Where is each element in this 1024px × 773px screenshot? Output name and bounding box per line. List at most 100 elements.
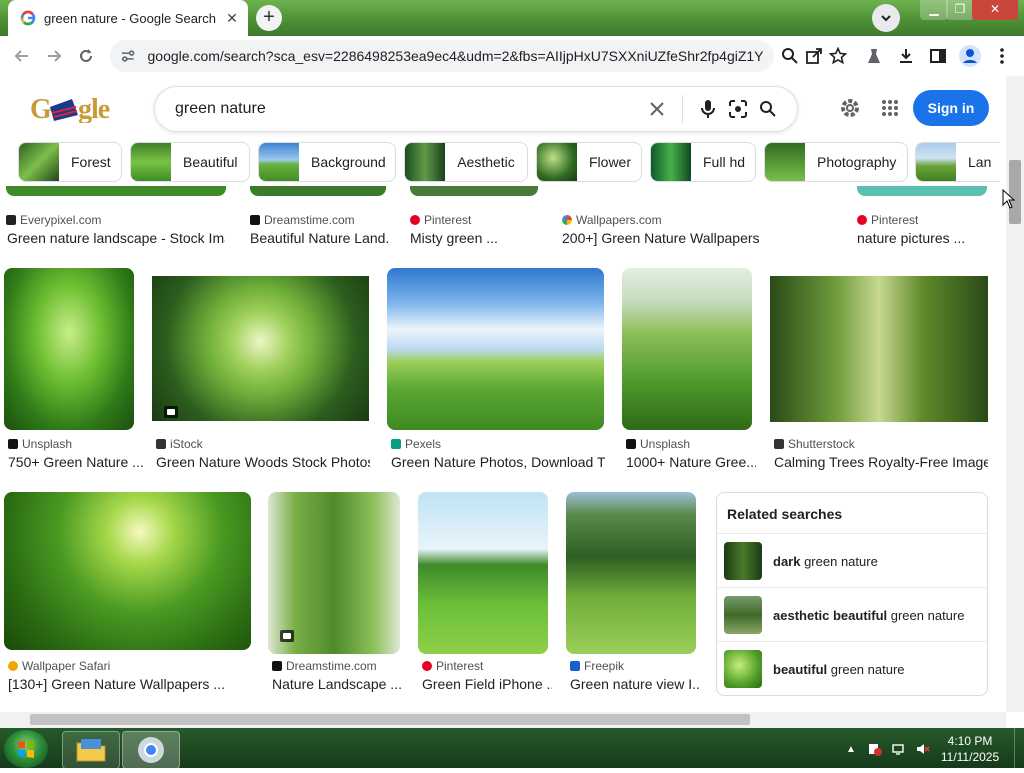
settings-gear-icon[interactable] (836, 94, 864, 122)
window-maximize-button[interactable]: ❐ (946, 0, 974, 20)
browser-tab[interactable]: green nature - Google Search ✕ (8, 0, 248, 36)
filter-chips: Forest Beautiful Background Aesthetic Fl… (0, 140, 1000, 186)
result-title[interactable]: 1000+ Nature Gree... (626, 454, 756, 470)
google-favicon-icon (20, 10, 36, 26)
mouse-cursor-icon (1002, 189, 1016, 209)
result-image[interactable] (4, 268, 134, 430)
back-icon[interactable] (8, 42, 36, 70)
result-card[interactable]: Shutterstock Calming Trees Royalty-Free … (770, 268, 992, 470)
result-image[interactable] (6, 186, 226, 196)
chip-beautiful[interactable]: Beautiful (130, 142, 250, 182)
sign-in-button[interactable]: Sign in (913, 90, 989, 126)
taskbar-clock[interactable]: 4:10 PM 11/11/2025 (934, 733, 1006, 765)
google-logo[interactable]: G gle (30, 93, 116, 125)
result-card[interactable]: Pinterest Green Field iPhone ... (418, 492, 558, 692)
source-name: Dreamstime.com (264, 213, 355, 227)
tab-title: green nature - Google Search (44, 10, 216, 26)
result-card[interactable]: Dreamstime.com Beautiful Nature Land... (250, 186, 390, 246)
tray-expand-icon[interactable]: ▲ (846, 744, 860, 758)
result-image[interactable] (4, 492, 251, 650)
related-item[interactable]: beautiful green nature (717, 641, 987, 696)
tab-close-icon[interactable]: ✕ (224, 10, 240, 26)
search-icon[interactable] (753, 94, 783, 124)
new-tab-button[interactable]: + (256, 5, 282, 31)
microphone-icon[interactable] (693, 94, 723, 124)
chip-landscape[interactable]: Lan (915, 142, 1000, 182)
forward-icon[interactable] (40, 42, 68, 70)
camera-lens-icon[interactable] (723, 94, 753, 124)
result-image[interactable] (152, 276, 369, 421)
taskbar-chrome[interactable] (122, 731, 180, 769)
result-image[interactable] (622, 268, 752, 430)
profile-icon[interactable] (956, 42, 984, 70)
result-title[interactable]: Green Field iPhone ... (422, 676, 552, 692)
window-close-button[interactable]: ✕ (972, 0, 1018, 20)
result-title[interactable]: Green nature view I... (570, 676, 700, 692)
result-card[interactable]: Unsplash 1000+ Nature Gree... (622, 268, 762, 470)
result-title[interactable]: Beautiful Nature Land... (250, 230, 390, 246)
result-card[interactable]: Freepik Green nature view I... (566, 492, 706, 692)
result-title[interactable]: 750+ Green Nature ... (8, 454, 144, 470)
result-card[interactable]: Everypixel.com Green nature landscape - … (6, 186, 226, 246)
download-icon[interactable] (892, 42, 920, 70)
taskbar-file-explorer[interactable] (62, 731, 120, 769)
result-source: Wallpaper Safari (8, 659, 110, 673)
chip-aesthetic[interactable]: Aesthetic (404, 142, 528, 182)
chip-flower[interactable]: Flower (536, 142, 642, 182)
show-desktop-button[interactable] (1014, 728, 1024, 768)
search-box[interactable] (154, 86, 798, 132)
result-image[interactable] (770, 276, 988, 422)
google-apps-icon[interactable] (876, 94, 904, 122)
clear-icon[interactable] (642, 94, 672, 124)
related-item[interactable]: dark green nature (717, 533, 987, 588)
chip-background[interactable]: Background (258, 142, 396, 182)
result-title[interactable]: Green nature landscape - Stock Ima... (7, 230, 225, 246)
result-title[interactable]: [130+] Green Nature Wallpapers ... (8, 676, 252, 692)
result-title[interactable]: Green Nature Photos, Download T... (391, 454, 605, 470)
result-card[interactable]: Pinterest Misty green ... (410, 186, 540, 246)
reload-icon[interactable] (72, 42, 100, 70)
result-image[interactable] (566, 492, 696, 654)
horizontal-scrollbar-thumb[interactable] (30, 714, 750, 725)
start-button[interactable] (4, 730, 48, 768)
tab-search-button[interactable] (872, 4, 900, 32)
chip-forest[interactable]: Forest (18, 142, 122, 182)
result-card[interactable]: Unsplash 750+ Green Nature ... (4, 268, 144, 470)
result-image[interactable] (418, 492, 548, 654)
result-title[interactable]: Calming Trees Royalty-Free Image... (774, 454, 988, 470)
site-info-icon[interactable] (120, 48, 136, 64)
chip-full-hd[interactable]: Full hd (650, 142, 756, 182)
search-input[interactable] (173, 99, 642, 119)
window-minimize-button[interactable]: ▁ (920, 0, 948, 20)
extension-icon[interactable] (860, 42, 888, 70)
source-name: Pinterest (871, 213, 919, 227)
related-bold: dark (773, 553, 801, 569)
result-card[interactable]: Pinterest nature pictures ... (857, 186, 987, 246)
menu-icon[interactable] (988, 42, 1016, 70)
result-title[interactable]: 200+] Green Nature Wallpapers ... (562, 230, 762, 246)
chip-label: Forest (71, 154, 111, 170)
result-image[interactable] (410, 186, 538, 196)
action-center-icon[interactable] (868, 742, 882, 756)
bookmark-star-icon[interactable] (824, 42, 852, 70)
result-source: Pinterest (857, 213, 918, 227)
result-title[interactable]: Green Nature Woods Stock Photos... (156, 454, 370, 470)
related-thumbnail (724, 596, 762, 634)
volume-muted-icon[interactable] (916, 742, 930, 756)
result-title[interactable]: nature pictures ... (857, 230, 987, 246)
result-image[interactable] (857, 186, 987, 196)
chip-photography[interactable]: Photography (764, 142, 908, 182)
result-card[interactable]: Dreamstime.com Nature Landscape ... (268, 492, 408, 692)
address-bar[interactable]: google.com/search?sca_esv=2286498253ea9e… (110, 40, 774, 72)
result-title[interactable]: Misty green ... (410, 230, 540, 246)
result-title[interactable]: Nature Landscape ... (272, 676, 408, 692)
result-card[interactable]: Pexels Green Nature Photos, Download T..… (387, 268, 607, 470)
related-item[interactable]: aesthetic beautiful green nature (717, 587, 987, 642)
result-image[interactable] (250, 186, 386, 196)
result-image[interactable] (387, 268, 604, 430)
result-card[interactable]: iStock Green Nature Woods Stock Photos..… (152, 268, 372, 470)
result-card[interactable]: Wallpaper Safari [130+] Green Nature Wal… (4, 492, 254, 692)
network-icon[interactable] (892, 742, 906, 756)
result-card[interactable]: Wallpapers.com 200+] Green Nature Wallpa… (562, 186, 762, 246)
side-panel-icon[interactable] (924, 42, 952, 70)
